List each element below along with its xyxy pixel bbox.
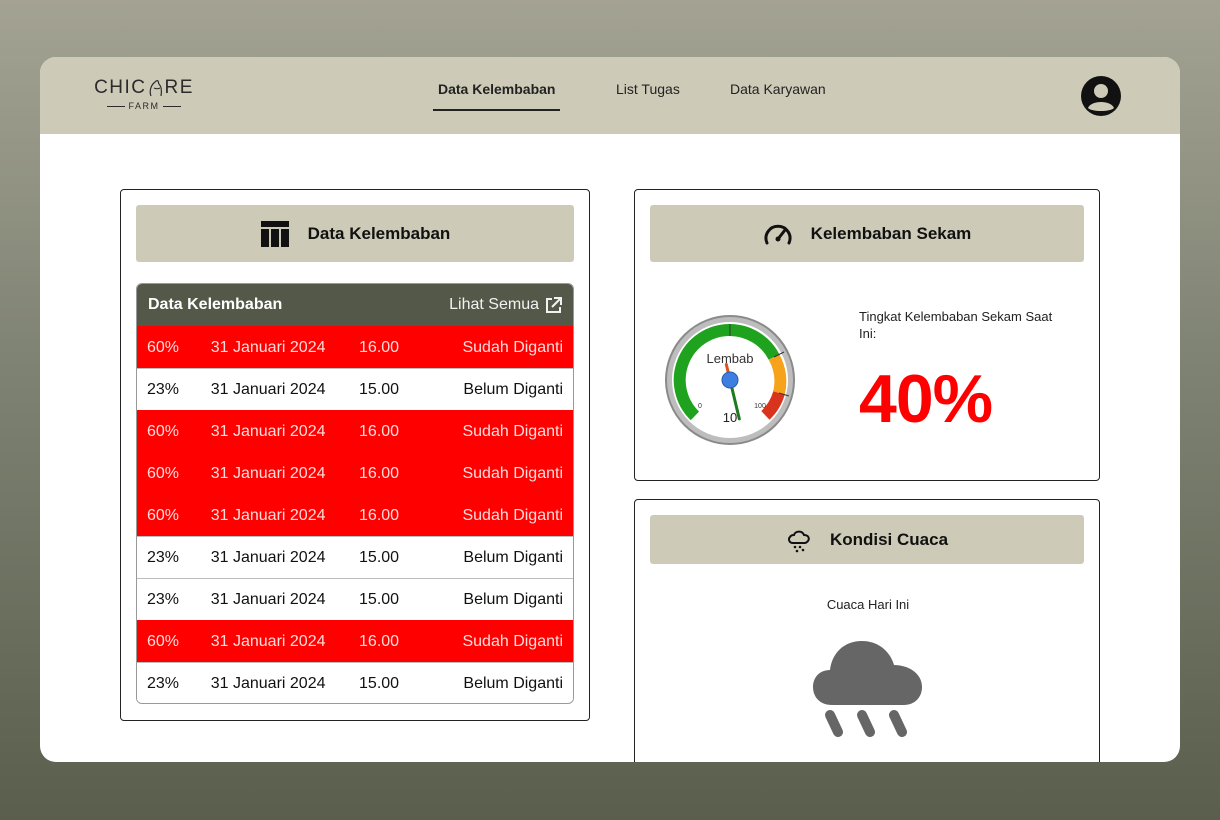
nav-link-data-kelembaban[interactable]: Data Kelembaban [433,81,561,111]
cell-status: Belum Diganti [463,548,563,566]
husk-humidity-card: Kelembaban Sekam Lembab 0 100 10 Tingkat… [634,189,1100,481]
humidity-table-title: Data Kelembaban [148,296,283,313]
brand-name-right: RE [164,77,194,98]
cell-value: 60% [147,506,180,524]
cell-date: 31 Januari 2024 [210,422,326,440]
brand-name: CHIC RE [94,77,194,99]
cell-time: 15.00 [359,590,400,608]
cell-status: Sudah Diganti [462,506,563,524]
weather-caption: Cuaca Hari Ini [826,597,910,612]
cell-value: 60% [147,422,180,440]
humidity-data-card-header: Data Kelembaban [136,205,574,262]
table-icon [260,220,289,247]
cell-time: 16.00 [359,422,400,440]
weather-card: Kondisi Cuaca Cuaca Hari Ini [634,499,1100,762]
cell-value: 23% [147,674,180,692]
cell-status: Sudah Diganti [462,464,563,482]
cell-time: 15.00 [359,380,400,398]
nav-link-list-tugas[interactable]: List Tugas [616,81,680,109]
gauge-hub [721,371,739,389]
cell-time: 16.00 [359,464,400,482]
humidity-table: Data Kelembaban Lihat Semua 60% 31 Januar… [136,283,574,704]
cell-status: Sudah Diganti [462,338,563,356]
brand-logo[interactable]: CHIC RE FARM [94,77,194,111]
gauge-label: Lembab [707,351,754,366]
table-row[interactable]: 23% 31 Januari 2024 15.00 Belum Diganti [137,368,573,410]
cell-value: 60% [147,464,180,482]
table-row[interactable]: 23% 31 Januari 2024 15.00 Belum Diganti [137,662,573,703]
cloud-drizzle-icon [787,530,810,552]
cell-time: 16.00 [359,506,400,524]
cell-date: 31 Januari 2024 [210,380,326,398]
cell-status: Belum Diganti [463,380,563,398]
cell-status: Sudah Diganti [462,632,563,650]
see-all-label: Lihat Semua [449,296,539,313]
table-row[interactable]: 23% 31 Januari 2024 15.00 Belum Diganti [137,578,573,620]
cell-value: 23% [147,590,180,608]
humidity-data-card-title: Data Kelembaban [307,223,451,243]
hen-icon [149,79,162,97]
cell-status: Belum Diganti [463,674,563,692]
brand-sub: FARM [94,101,194,111]
gauge-min-label: 0 [698,403,702,410]
cell-time: 16.00 [359,632,400,650]
husk-humidity-card-header: Kelembaban Sekam [650,205,1084,262]
gauge-max-label: 100 [754,403,766,410]
husk-humidity-card-title: Kelembaban Sekam [810,223,972,243]
humidity-data-card: Data Kelembaban Data Kelembaban Lihat Se… [120,189,590,721]
cell-status: Sudah Diganti [462,422,563,440]
external-link-icon [546,296,562,313]
table-row[interactable]: 60% 31 Januari 2024 16.00 Sudah Diganti [137,620,573,662]
husk-humidity-value: 40% [859,361,993,437]
cell-time: 16.00 [359,338,400,356]
brand-sub-text: FARM [128,101,160,111]
cell-value: 60% [147,338,180,356]
cell-date: 31 Januari 2024 [210,632,326,650]
rain-cloud-icon [813,641,922,737]
see-all-link[interactable]: Lihat Semua [449,296,562,314]
humidity-table-header: Data Kelembaban Lihat Semua [137,284,573,326]
cell-status: Belum Diganti [463,590,563,608]
cell-date: 31 Januari 2024 [210,338,326,356]
weather-card-header: Kondisi Cuaca [650,515,1084,564]
humidity-table-body: 60% 31 Januari 2024 16.00 Sudah Diganti 23% 3… [137,326,573,703]
humidity-gauge: Lembab 0 100 10 [665,315,795,445]
table-row[interactable]: 23% 31 Januari 2024 15.00 Belum Diganti [137,536,573,578]
user-avatar-icon[interactable] [1080,75,1122,117]
gauge-value-label: 10 [723,410,737,425]
cell-value: 60% [147,632,180,650]
cell-value: 23% [147,380,180,398]
cell-date: 31 Januari 2024 [210,590,326,608]
cell-date: 31 Januari 2024 [210,506,326,524]
table-row[interactable]: 60% 31 Januari 2024 16.00 Sudah Diganti [137,410,573,452]
table-row[interactable]: 60% 31 Januari 2024 16.00 Sudah Diganti [137,494,573,536]
cell-time: 15.00 [359,674,400,692]
cell-value: 23% [147,548,180,566]
table-row[interactable]: 60% 31 Januari 2024 16.00 Sudah Diganti [137,326,573,368]
cell-date: 31 Januari 2024 [210,464,326,482]
cell-time: 15.00 [359,548,400,566]
cell-date: 31 Januari 2024 [210,548,326,566]
cell-date: 31 Januari 2024 [210,674,326,692]
app-window: CHIC RE FARM Data Kelembaban List Tugas … [40,57,1180,762]
speedometer-icon [764,224,792,244]
weather-card-title: Kondisi Cuaca [829,529,949,549]
husk-humidity-caption: Tingkat Kelembaban Sekam Saat Ini: [859,309,1053,341]
brand-name-left: CHIC [94,77,147,98]
navbar: CHIC RE FARM Data Kelembaban List Tugas … [40,57,1180,134]
nav-link-data-karyawan[interactable]: Data Karyawan [730,81,826,109]
table-row[interactable]: 60% 31 Januari 2024 16.00 Sudah Diganti [137,452,573,494]
